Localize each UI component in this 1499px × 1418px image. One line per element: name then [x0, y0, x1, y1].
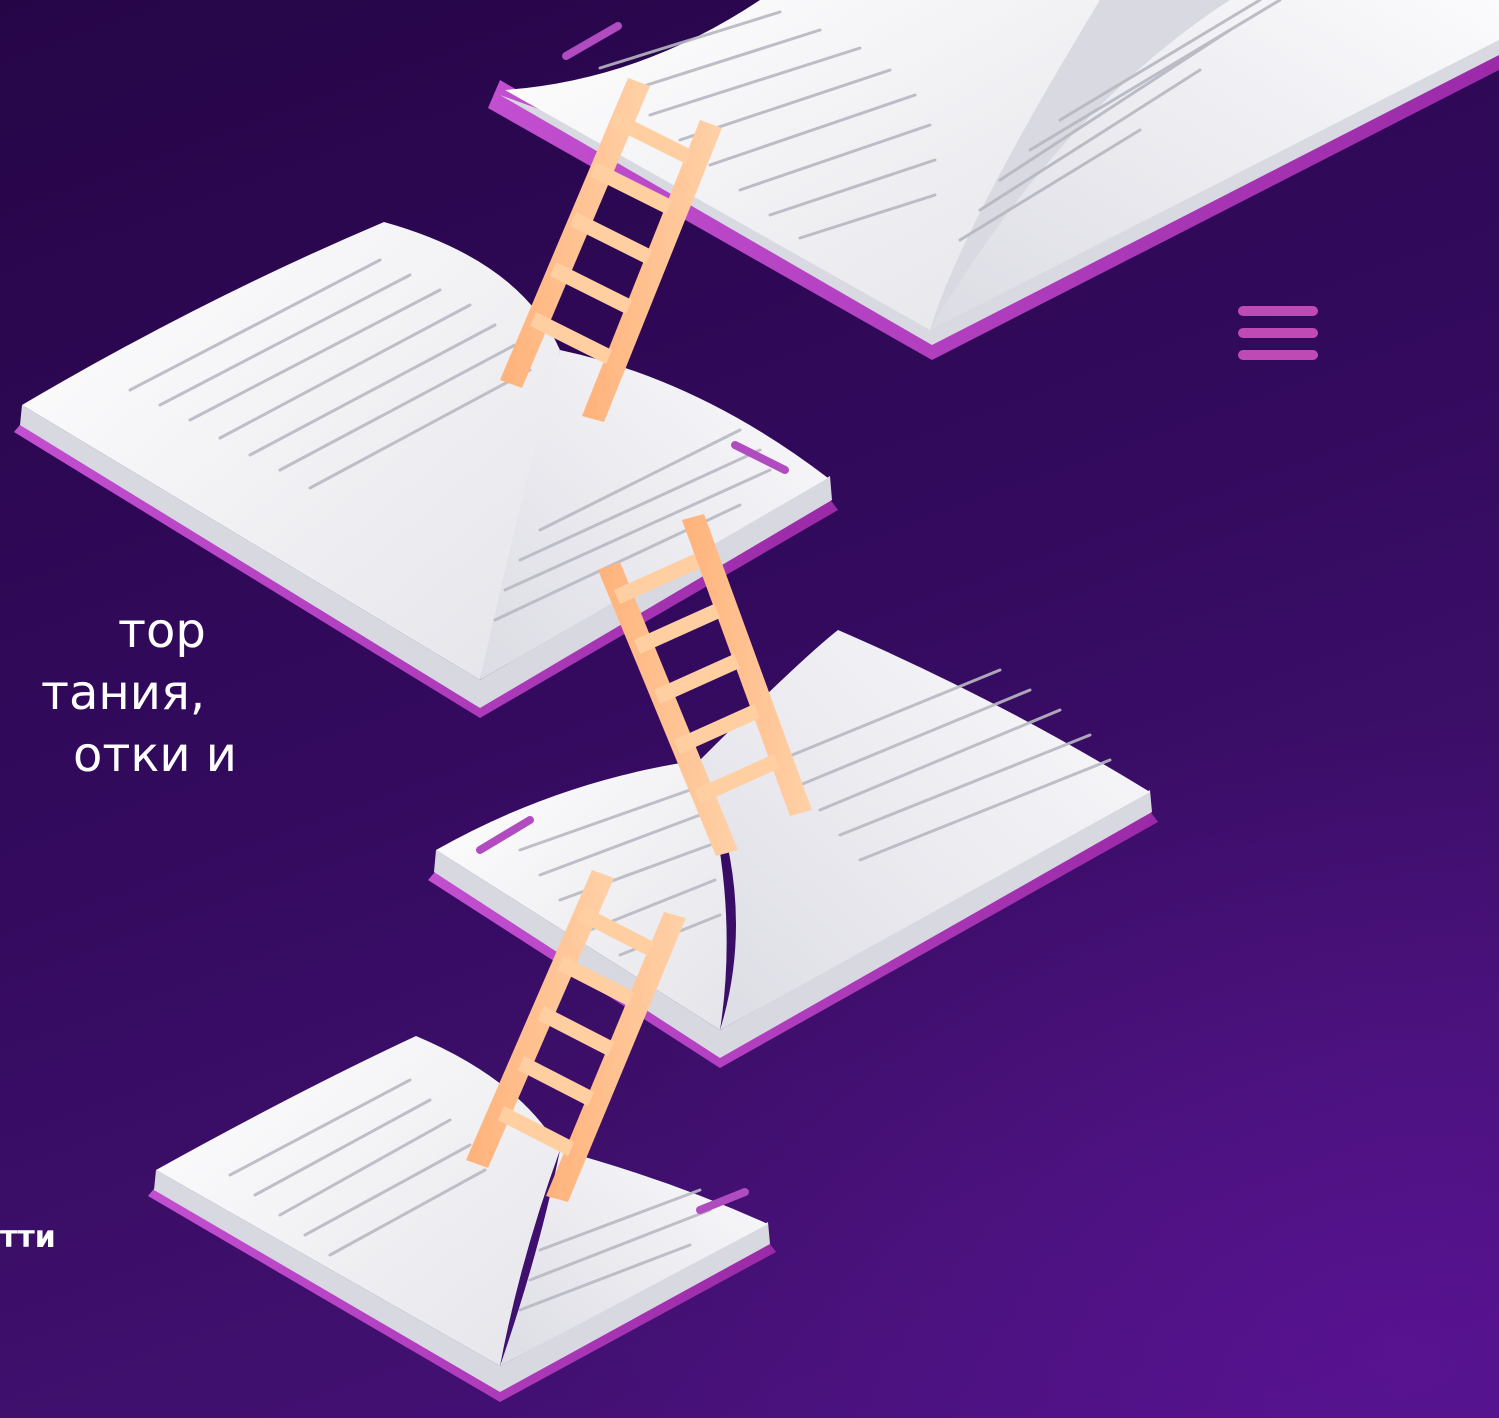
hero-cta-label: тти — [0, 1220, 56, 1255]
hero-headline-line-3: отки и — [73, 727, 237, 783]
hero-headline-line-2: тания, — [41, 665, 206, 721]
hero-section: тор тания, отки и тти — [0, 0, 1499, 1418]
hero-cta-link[interactable]: тти — [0, 1216, 80, 1260]
hero-headline-line-1: тор — [118, 603, 206, 659]
hamburger-menu-icon — [1238, 306, 1318, 360]
book-page-label-mark — [562, 22, 622, 60]
book-bottom — [148, 1036, 776, 1402]
hero-headline: тор тания, отки и — [0, 600, 420, 786]
hamburger-menu-button[interactable] — [1236, 302, 1320, 364]
